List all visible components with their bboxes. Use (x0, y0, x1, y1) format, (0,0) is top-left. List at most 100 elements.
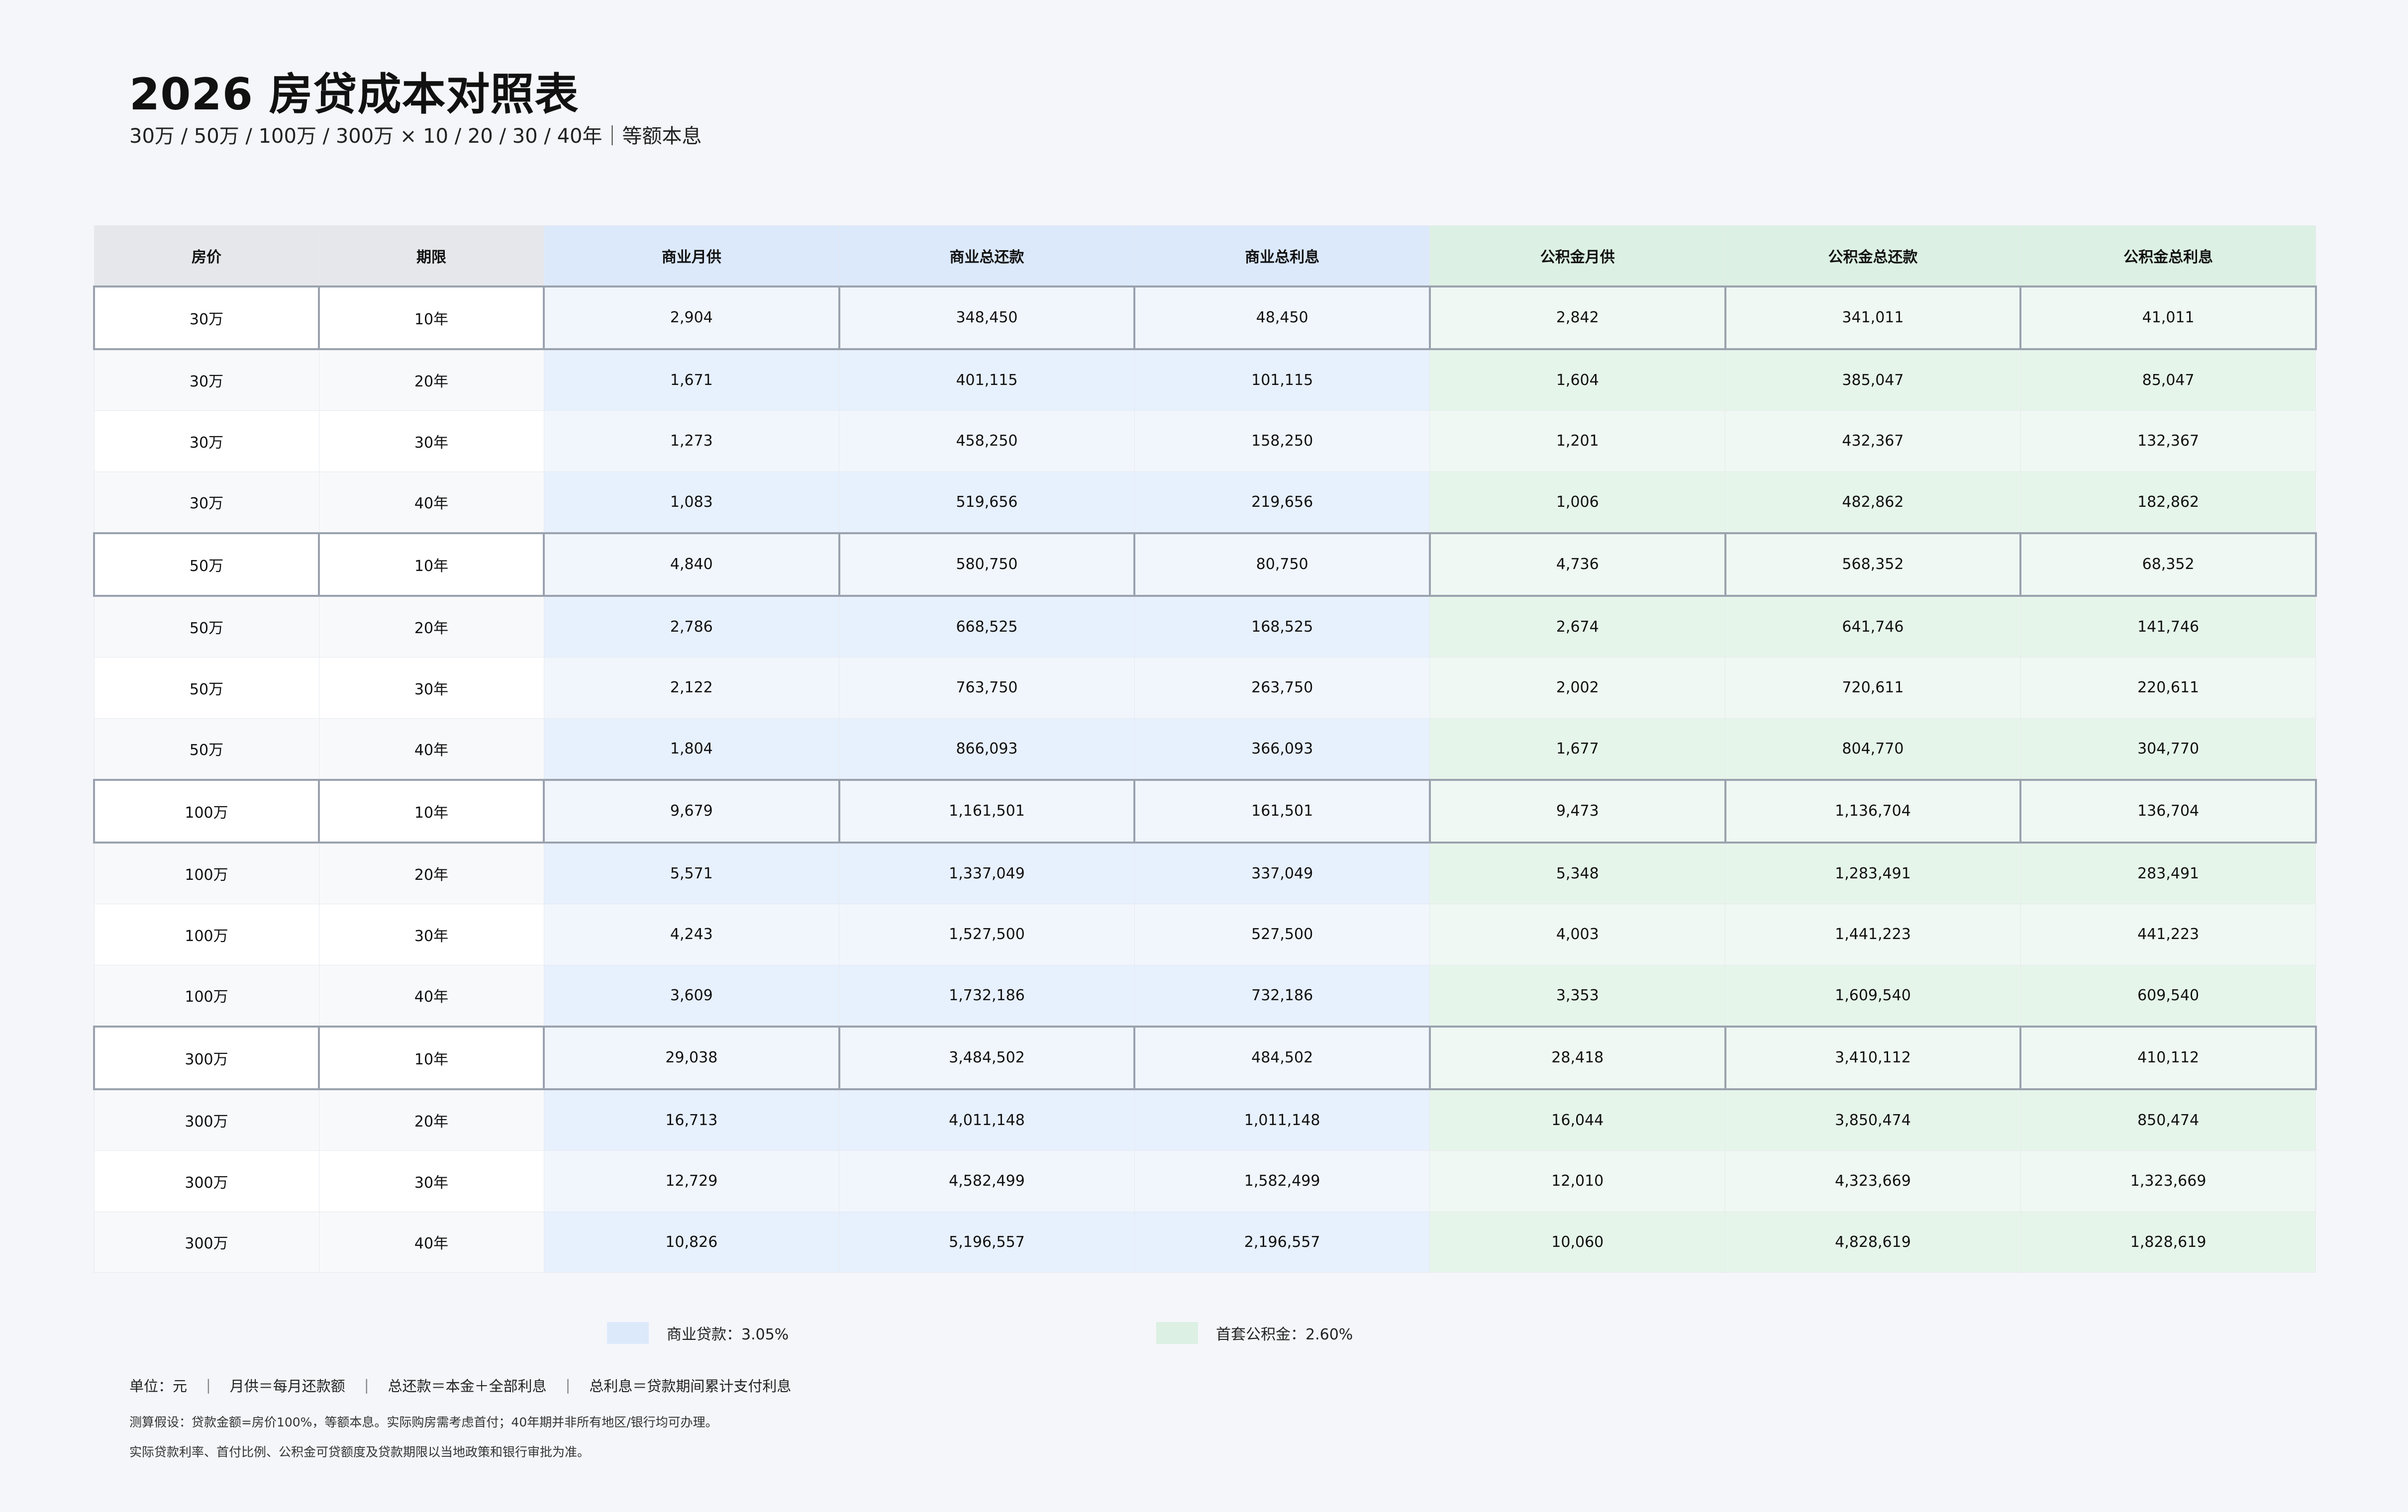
cell-fund-total: 1,136,704 (1724, 779, 2022, 844)
table-row: 30万 20年 1,671 401,115 101,115 1,604 385,047 85,… (94, 349, 2316, 411)
table-row: 300万 30年 12,729 4,582,499 1,582,499 12,010 4,3… (94, 1150, 2316, 1212)
cell-price: 300万 (94, 1089, 319, 1151)
footnote-assumption: 测算假设：贷款金额=房价100%，等额本息。实际购房需考虑首付；40年期并非所有… (129, 1415, 718, 1429)
cell-fund-interest: 182,862 (2020, 471, 2316, 534)
table-row: 30万 40年 1,083 519,656 219,656 1,006 482,862 182… (94, 471, 2316, 534)
cell-term: 40年 (318, 471, 544, 534)
cell-fund-monthly: 2,002 (1429, 657, 1726, 719)
cell-commercial-monthly: 5,571 (543, 842, 840, 904)
table-row: 300万 10年 29,038 3,484,502 484,502 28,418 3,410… (93, 1026, 2317, 1090)
cell-term: 40年 (318, 1211, 544, 1273)
cell-commercial-total: 401,115 (839, 349, 1135, 411)
cell-commercial-monthly: 2,786 (543, 595, 840, 658)
cell-fund-interest: 609,540 (2020, 964, 2316, 1027)
cell-fund-monthly: 1,604 (1429, 349, 1726, 411)
note-interest: 总利息＝贷款期间累计支付利息 (589, 1378, 792, 1395)
cell-fund-interest: 41,011 (2019, 285, 2317, 350)
cell-fund-monthly: 3,353 (1429, 964, 1726, 1027)
cell-commercial-monthly: 10,826 (543, 1211, 840, 1273)
cell-fund-interest: 85,047 (2020, 349, 2316, 411)
cell-commercial-interest: 168,525 (1134, 595, 1430, 658)
cell-commercial-total: 668,525 (839, 595, 1135, 658)
cell-fund-monthly: 1,006 (1429, 471, 1726, 534)
legend-fund: 首套公积金：2.60% (1156, 1321, 1353, 1345)
cell-commercial-total: 519,656 (839, 471, 1135, 534)
table-row: 50万 40年 1,804 866,093 366,093 1,677 804,770 304… (94, 718, 2316, 780)
table-row: 100万 10年 9,679 1,161,501 161,501 9,473 1,136,7… (93, 779, 2317, 844)
cell-fund-total: 720,611 (1725, 657, 2021, 719)
cell-commercial-total: 1,161,501 (838, 779, 1136, 844)
cell-commercial-total: 3,484,502 (838, 1026, 1136, 1090)
cell-commercial-interest: 484,502 (1133, 1026, 1431, 1090)
cell-price: 300万 (93, 1026, 320, 1090)
cell-commercial-interest: 366,093 (1134, 718, 1430, 780)
cell-commercial-total: 580,750 (838, 532, 1136, 597)
header-commercial-total: 商业总还款 (839, 225, 1135, 287)
table-row: 50万 30年 2,122 763,750 263,750 2,002 720,611 220… (94, 657, 2316, 719)
cell-fund-total: 482,862 (1725, 471, 2021, 534)
header-commercial-monthly: 商业月供 (543, 225, 840, 287)
cell-term: 30年 (318, 410, 544, 472)
cell-commercial-total: 4,011,148 (839, 1089, 1135, 1151)
cell-commercial-total: 1,527,500 (839, 904, 1135, 965)
cell-term: 40年 (318, 964, 544, 1027)
cell-price: 30万 (93, 285, 320, 350)
cell-fund-total: 3,850,474 (1725, 1089, 2021, 1151)
legend-label-commercial: 商业贷款：3.05% (667, 1326, 789, 1343)
table-row: 30万 10年 2,904 348,450 48,450 2,842 341,011 41,0… (93, 285, 2317, 350)
cell-fund-total: 432,367 (1725, 410, 2021, 472)
cell-commercial-interest: 158,250 (1134, 410, 1430, 472)
cell-term: 10年 (318, 285, 545, 350)
cell-fund-interest: 304,770 (2020, 718, 2316, 780)
cell-term: 10年 (318, 779, 545, 844)
cell-price: 30万 (94, 349, 319, 411)
cell-fund-monthly: 2,674 (1429, 595, 1726, 658)
cell-fund-interest: 1,323,669 (2020, 1150, 2316, 1212)
cell-commercial-monthly: 1,083 (543, 471, 840, 534)
note-monthly: 月供＝每月还款额 (229, 1378, 345, 1395)
cell-fund-total: 1,441,223 (1725, 904, 2021, 965)
cell-price: 300万 (94, 1211, 319, 1273)
legend-commercial: 商业贷款：3.05% (607, 1321, 789, 1345)
table-row: 100万 40年 3,609 1,732,186 732,186 3,353 1,609,5… (94, 964, 2316, 1027)
table-row: 300万 20年 16,713 4,011,148 1,011,148 16,044 3,8… (94, 1089, 2316, 1151)
cell-commercial-monthly: 1,671 (543, 349, 840, 411)
note-total: 总还款＝本金＋全部利息 (388, 1378, 547, 1395)
cell-fund-total: 4,828,619 (1725, 1211, 2021, 1273)
cell-commercial-total: 4,582,499 (839, 1150, 1135, 1212)
cell-commercial-total: 348,450 (838, 285, 1136, 350)
table-row: 50万 20年 2,786 668,525 168,525 2,674 641,746 141… (94, 595, 2316, 658)
cell-commercial-total: 5,196,557 (839, 1211, 1135, 1273)
table-row: 100万 20年 5,571 1,337,049 337,049 5,348 1,283,4… (94, 842, 2316, 904)
cell-term: 10年 (318, 532, 545, 597)
cell-commercial-monthly: 29,038 (543, 1026, 840, 1090)
cell-price: 50万 (94, 595, 319, 658)
page-title: 2026 房贷成本对照表 (129, 69, 579, 120)
cell-commercial-interest: 527,500 (1134, 904, 1430, 965)
cell-fund-monthly: 10,060 (1429, 1211, 1726, 1273)
cell-fund-interest: 1,828,619 (2020, 1211, 2316, 1273)
cell-commercial-interest: 732,186 (1134, 964, 1430, 1027)
cell-commercial-monthly: 1,804 (543, 718, 840, 780)
header-fund-monthly: 公积金月供 (1429, 225, 1726, 287)
unit-notes: 单位：元 | 月供＝每月还款额 | 总还款＝本金＋全部利息 | 总利息＝贷款期间… (129, 1373, 791, 1398)
cell-fund-monthly: 9,473 (1428, 779, 1726, 844)
cell-commercial-interest: 263,750 (1134, 657, 1430, 719)
cell-price: 50万 (94, 718, 319, 780)
cell-fund-interest: 850,474 (2020, 1089, 2316, 1151)
cell-commercial-interest: 219,656 (1134, 471, 1430, 534)
table-row: 30万 30年 1,273 458,250 158,250 1,201 432,367 132… (94, 410, 2316, 472)
cell-fund-total: 3,410,112 (1724, 1026, 2022, 1090)
cell-price: 50万 (94, 657, 319, 719)
cell-commercial-monthly: 16,713 (543, 1089, 840, 1151)
cell-fund-total: 1,283,491 (1725, 842, 2021, 904)
cell-commercial-monthly: 2,904 (543, 285, 840, 350)
table-body: 30万 10年 2,904 348,450 48,450 2,842 341,011 41,0… (93, 285, 2317, 1273)
cell-term: 20年 (318, 595, 544, 658)
cell-commercial-interest: 48,450 (1133, 285, 1431, 350)
cell-commercial-total: 1,732,186 (839, 964, 1135, 1027)
cell-commercial-monthly: 9,679 (543, 779, 840, 844)
cell-commercial-total: 866,093 (839, 718, 1135, 780)
cell-fund-total: 1,609,540 (1725, 964, 2021, 1027)
cell-fund-interest: 136,704 (2019, 779, 2317, 844)
